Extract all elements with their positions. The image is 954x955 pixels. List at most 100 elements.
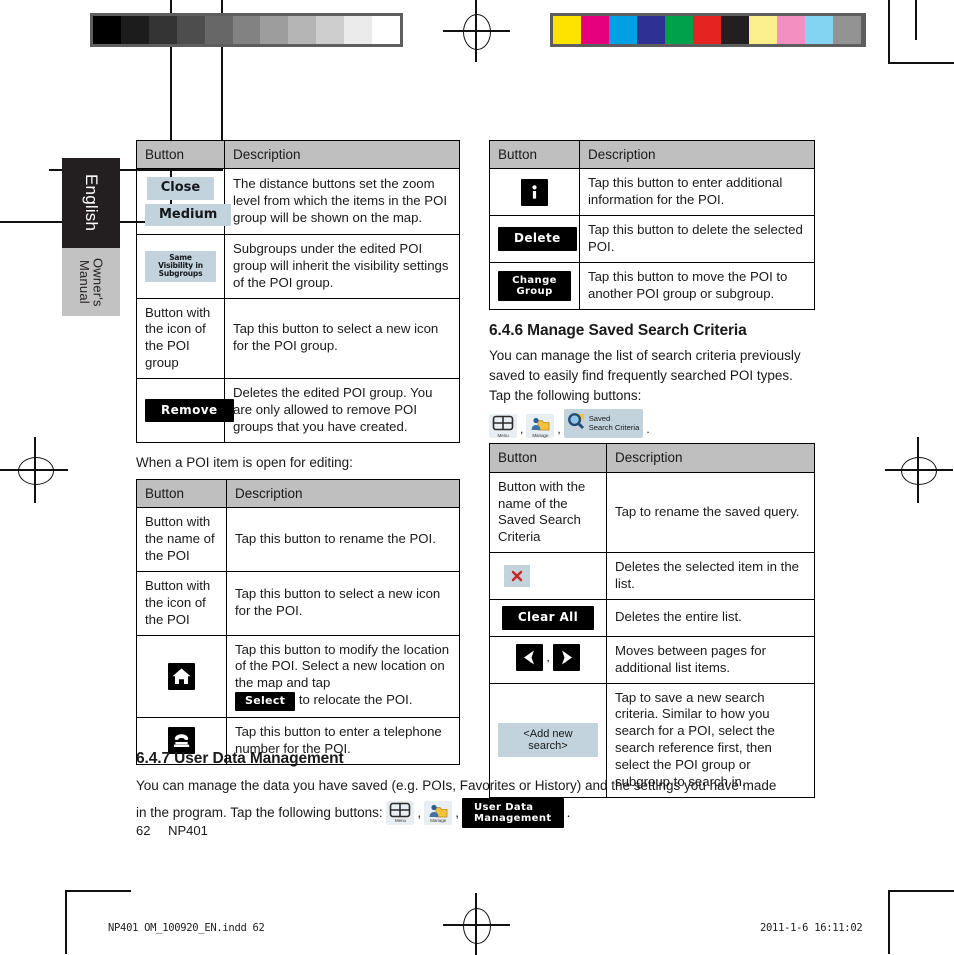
user-data-line2: Management bbox=[473, 812, 552, 824]
table-header-row: Button Description bbox=[489, 443, 815, 473]
calibration-swatch-3 bbox=[176, 16, 205, 44]
information-icon[interactable] bbox=[521, 178, 548, 206]
side-tab-doc-type: Owner's Manual bbox=[62, 248, 120, 316]
column-header-description: Description bbox=[606, 443, 815, 473]
remove-button-cell: Remove bbox=[136, 378, 234, 443]
select-button[interactable]: Select bbox=[235, 692, 296, 711]
poi-name-button-label: Button with the name of the POI bbox=[136, 507, 227, 572]
side-tab: English Owner's Manual bbox=[62, 158, 120, 316]
column-header-button: Button bbox=[136, 139, 225, 170]
calibration-swatch-1 bbox=[120, 16, 149, 44]
arrow-right-icon[interactable] bbox=[552, 643, 580, 671]
crop-mark-tr-h bbox=[888, 62, 954, 64]
poi-group-table: Button Description Close Medium The dist… bbox=[136, 139, 460, 443]
home-icon[interactable] bbox=[168, 662, 195, 690]
crop-mark-tr-v bbox=[888, 0, 890, 64]
crop-mark-br-h bbox=[888, 890, 954, 892]
manage-icon-caption: Manage bbox=[532, 433, 549, 439]
description-part-1: Tap this button to modify the location o… bbox=[235, 641, 450, 691]
calibration-swatch-6 bbox=[260, 16, 289, 44]
column-header-description: Description bbox=[579, 139, 815, 170]
change-group-line2: Group bbox=[516, 285, 553, 297]
manage-icon[interactable]: Manage bbox=[526, 414, 555, 439]
table-row: Change Group Tap this button to move the… bbox=[489, 261, 815, 310]
nav-sequence-647: Menu , Manage , User Data Management . bbox=[386, 797, 571, 828]
table-row: Remove Deletes the edited POI group. You… bbox=[136, 378, 460, 443]
calibration-swatch-6 bbox=[721, 16, 749, 44]
right-column: Button Description Tap this button to en… bbox=[489, 139, 815, 798]
row-description: Tap this button to select a new icon for… bbox=[226, 570, 460, 636]
saved-search-criteria-label: Saved Search Criteria bbox=[589, 415, 640, 432]
registration-mark-bottom bbox=[463, 908, 491, 944]
poi-item-table: Button Description Button with the name … bbox=[136, 478, 460, 765]
table-header-row: Button Description bbox=[489, 139, 815, 170]
table-row: Clear All Deletes the entire list. bbox=[489, 598, 815, 637]
table-header-row: Button Description bbox=[136, 478, 460, 509]
row-description: Tap this button to select a new icon for… bbox=[224, 297, 460, 380]
sequence-separator: , bbox=[557, 422, 561, 437]
registration-mark-right bbox=[901, 457, 937, 485]
poi-group-icon-button-label: Button with the icon of the POI group bbox=[136, 297, 225, 380]
registration-mark-bottom-h bbox=[443, 924, 510, 926]
calibration-swatch-8 bbox=[777, 16, 805, 44]
delete-button-cell: Delete bbox=[489, 215, 580, 263]
calibration-swatch-2 bbox=[148, 16, 177, 44]
calibration-swatch-4 bbox=[204, 16, 233, 44]
calibration-swatch-0 bbox=[93, 16, 121, 44]
menu-icon[interactable]: Menu bbox=[489, 414, 517, 439]
magnifier-icon bbox=[566, 411, 586, 436]
calibration-swatch-3 bbox=[637, 16, 665, 44]
side-tab-language: English bbox=[62, 158, 120, 248]
registration-mark-left bbox=[18, 457, 54, 485]
user-data-management-button[interactable]: User Data Management bbox=[461, 797, 564, 828]
table-row: Tap this button to modify the location o… bbox=[136, 634, 460, 718]
menu-icon-caption: Menu bbox=[394, 817, 406, 823]
manage-icon[interactable]: Manage bbox=[424, 800, 453, 825]
table-row: Button with the icon of the POI Tap this… bbox=[136, 570, 460, 636]
sequence-terminator: . bbox=[646, 422, 650, 437]
same-visibility-in-subgroups-button[interactable]: Same Visibility in Subgroups bbox=[145, 250, 216, 282]
menu-icon[interactable]: Menu bbox=[386, 800, 415, 825]
section-title-646: 6.4.6 Manage Saved Search Criteria bbox=[489, 321, 747, 339]
sequence-terminator: . bbox=[566, 805, 571, 820]
medium-button[interactable]: Medium bbox=[145, 203, 232, 226]
crop-mark-bl-v bbox=[65, 890, 67, 954]
calibration-swatch-8 bbox=[316, 16, 345, 44]
section-647: 6.4.7 User Data Management You can manag… bbox=[136, 750, 826, 828]
description-part-2: to relocate the POI. bbox=[298, 692, 413, 708]
clear-all-button[interactable]: Clear All bbox=[501, 605, 595, 630]
row-description: Tap this button to delete the selected P… bbox=[579, 215, 815, 263]
crop-mark-br-v bbox=[888, 890, 890, 954]
column-header-description: Description bbox=[226, 478, 460, 509]
column-header-button: Button bbox=[136, 478, 227, 509]
distance-buttons-cell: Close Medium bbox=[136, 168, 232, 235]
sequence-separator: , bbox=[520, 422, 524, 437]
user-data-line1: User Data bbox=[473, 801, 534, 813]
delete-x-icon[interactable] bbox=[504, 565, 530, 588]
calibration-swatch-4 bbox=[665, 16, 693, 44]
calibration-swatch-10 bbox=[372, 16, 400, 44]
row-description: Tap to rename the saved query. bbox=[606, 471, 815, 554]
table-row: Same Visibility in Subgroups Subgroups u… bbox=[136, 233, 460, 299]
model-name: NP401 bbox=[168, 823, 208, 838]
grayscale-calibration-bar bbox=[90, 13, 403, 47]
arrow-left-icon[interactable] bbox=[516, 643, 544, 671]
delete-button[interactable]: Delete bbox=[498, 227, 577, 251]
column-header-button: Button bbox=[489, 443, 607, 473]
saved-search-criteria-button[interactable]: Saved Search Criteria bbox=[563, 409, 644, 439]
calibration-swatch-7 bbox=[749, 16, 777, 44]
print-footer-filename: NP401 OM_100920_EN.indd 62 bbox=[108, 922, 265, 934]
close-button[interactable]: Close bbox=[146, 177, 215, 200]
section-647-paragraph-line2: in the program. Tap the following button… bbox=[136, 804, 383, 820]
section-title-647: 6.4.7 User Data Management bbox=[136, 750, 344, 767]
change-group-button[interactable]: Change Group bbox=[498, 270, 571, 301]
saved-label-line2: Search Criteria bbox=[588, 422, 640, 432]
section-646-paragraph: You can manage the list of search criter… bbox=[489, 347, 801, 404]
delete-item-cell bbox=[489, 552, 607, 600]
print-footer-timestamp: 2011-1-6 16:11:02 bbox=[760, 922, 863, 934]
table-row: , Moves between pages for additional lis… bbox=[489, 635, 815, 684]
row-description: Moves between pages for additional list … bbox=[606, 635, 815, 684]
remove-button[interactable]: Remove bbox=[145, 398, 234, 423]
change-group-line1: Change bbox=[512, 274, 557, 286]
registration-mark-top-h bbox=[443, 30, 510, 32]
